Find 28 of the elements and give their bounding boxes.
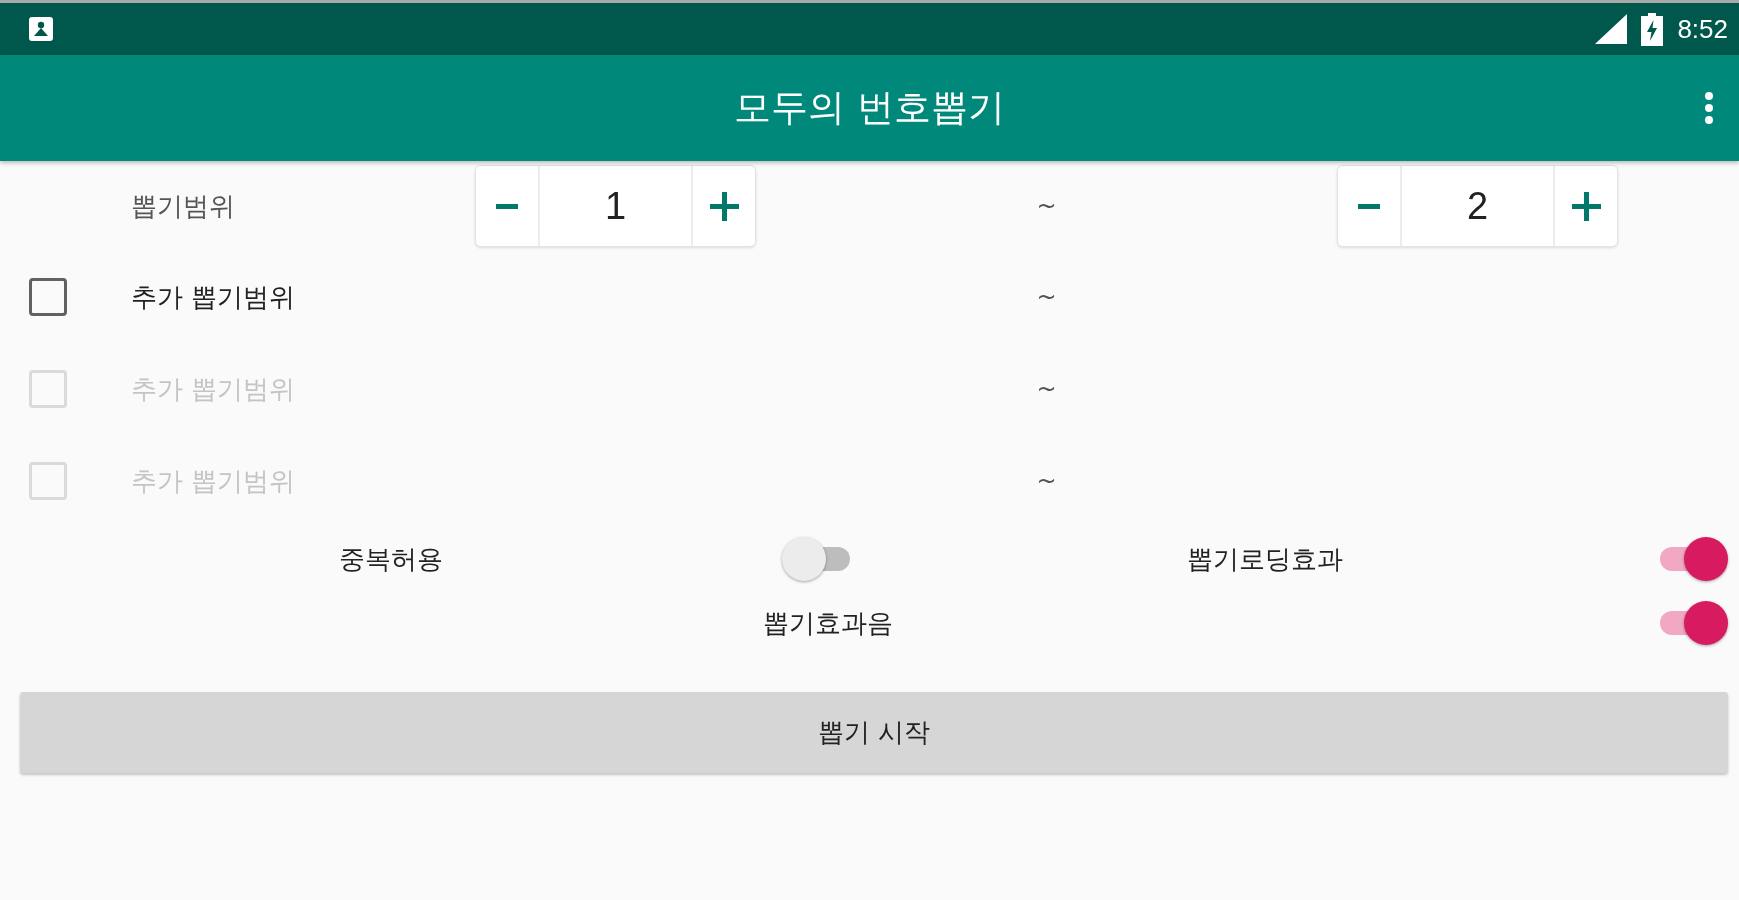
- plus-icon: [709, 191, 739, 221]
- switch-label: 뽑기로딩효과: [1186, 542, 1344, 576]
- switch-label: 뽑기효과음: [762, 606, 894, 640]
- range-label: 뽑기범위: [131, 189, 236, 223]
- status-time: 8:52: [1677, 13, 1728, 45]
- decrement-button[interactable]: [1338, 166, 1402, 246]
- person-icon: [29, 17, 53, 41]
- minus-icon: [1358, 203, 1380, 209]
- battery-charging-icon: [1641, 12, 1664, 46]
- more-button[interactable]: [1705, 92, 1713, 124]
- range-separator: ~: [1036, 375, 1057, 403]
- increment-button[interactable]: [1553, 166, 1617, 246]
- more-vert-icon: [1705, 92, 1713, 124]
- decrement-button[interactable]: [476, 166, 540, 246]
- minus-icon: [496, 203, 518, 209]
- plus-icon: [1571, 191, 1601, 221]
- app-title: 모두의 번호뽑기: [734, 85, 1005, 131]
- switch-label: 중복허용: [338, 542, 444, 576]
- start-button[interactable]: 뽑기 시작: [20, 692, 1728, 773]
- range-separator: ~: [1036, 467, 1057, 495]
- number-field[interactable]: 1: [540, 166, 691, 246]
- number-field[interactable]: 2: [1402, 166, 1553, 246]
- range-separator: ~: [1036, 192, 1057, 220]
- increment-button[interactable]: [691, 166, 755, 246]
- signal-icon: [1595, 14, 1628, 44]
- checkbox[interactable]: [29, 278, 67, 316]
- range-separator: ~: [1036, 283, 1057, 311]
- extra-range-label: 추가 뽑기범위: [131, 280, 297, 314]
